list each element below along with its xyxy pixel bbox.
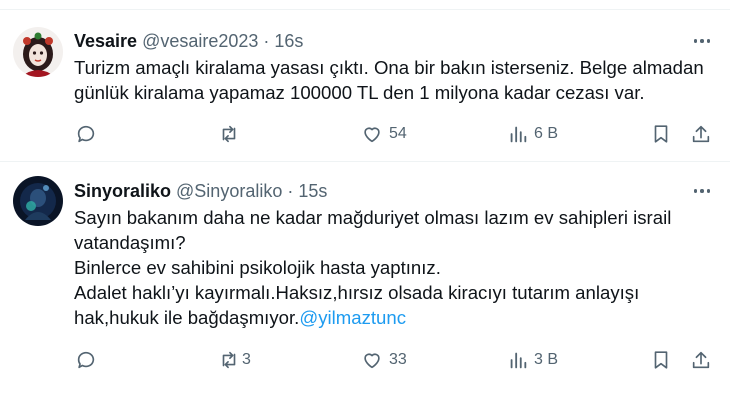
tweet-text-segment: hak,hukuk ile bağdaşmıyor. — [74, 307, 300, 328]
tweet-text-line: Adalet haklı’yı kayırmalı.Haksız,hırsız … — [74, 282, 640, 303]
like-button[interactable]: 54 — [361, 122, 407, 146]
timestamp[interactable]: 16s — [274, 31, 303, 52]
more-icon[interactable] — [690, 179, 714, 203]
views-count: 6 B — [534, 125, 559, 142]
author-handle[interactable]: @vesaire2023 — [142, 31, 258, 52]
retweet-button[interactable]: 3 — [218, 348, 251, 372]
retweet-icon — [218, 123, 240, 145]
reply-icon — [75, 349, 97, 371]
avatar[interactable] — [13, 176, 63, 226]
views-icon — [508, 123, 528, 145]
mention-link[interactable]: @yilmaztunc — [299, 307, 406, 328]
retweet-button[interactable] — [218, 122, 246, 146]
tweet-text-line: Binlerce ev sahibini psikolojik hasta ya… — [74, 257, 441, 278]
share-button[interactable] — [690, 122, 712, 146]
tweet-1[interactable]: Vesaire @vesaire2023 · 16s Turizm amaçlı… — [0, 10, 730, 160]
separator-dot: · — [287, 180, 294, 201]
bookmark-button[interactable] — [650, 348, 672, 372]
tweet-text-line: Sayın bakanım daha ne kadar mağduriyet o… — [74, 207, 672, 228]
reply-button[interactable] — [75, 348, 103, 372]
like-icon — [361, 123, 383, 145]
like-icon — [361, 349, 383, 371]
share-button[interactable] — [690, 348, 712, 372]
author-handle[interactable]: @Sinyoraliko — [176, 181, 282, 202]
bookmark-icon — [650, 349, 672, 371]
share-icon — [690, 349, 712, 371]
separator-dot: · — [263, 30, 270, 51]
author-name[interactable]: Vesaire — [74, 31, 137, 52]
tweet-2[interactable]: Sinyoraliko @Sinyoraliko · 15s Sayın bak… — [0, 162, 730, 420]
author-name[interactable]: Sinyoraliko — [74, 181, 171, 202]
tweet-text: Sayın bakanım daha ne kadar mağduriyet o… — [74, 205, 714, 330]
like-count: 54 — [389, 125, 407, 142]
tweet-text-line: günlük kiralama yapamaz 100000 TL den 1 … — [74, 82, 645, 103]
timestamp[interactable]: 15s — [298, 181, 327, 202]
reply-icon — [75, 123, 97, 145]
avatar[interactable] — [13, 27, 63, 77]
views-button[interactable]: 6 B — [508, 122, 558, 146]
tweet-header: Sinyoraliko @Sinyoraliko · 15s — [74, 179, 327, 203]
reply-button[interactable] — [75, 122, 103, 146]
tweet-text-line: hak,hukuk ile bağdaşmıyor.@yilmaztunc — [74, 305, 714, 330]
tweet-text-line: Turizm amaçlı kiralama yasası çıktı. Ona… — [74, 57, 704, 78]
views-icon — [508, 349, 528, 371]
tweet-header: Vesaire @vesaire2023 · 16s — [74, 29, 303, 53]
bookmark-icon — [650, 123, 672, 145]
retweet-count: 3 — [242, 351, 251, 368]
like-count: 33 — [389, 351, 407, 368]
share-icon — [690, 123, 712, 145]
views-button[interactable]: 3 B — [508, 348, 558, 372]
views-count: 3 B — [534, 351, 559, 368]
more-icon[interactable] — [690, 29, 714, 53]
like-button[interactable]: 33 — [361, 348, 407, 372]
bookmark-button[interactable] — [650, 122, 672, 146]
tweet-text: Turizm amaçlı kiralama yasası çıktı. Ona… — [74, 55, 714, 105]
tweet-text-line: vatandaşımı? — [74, 232, 186, 253]
retweet-icon — [218, 349, 240, 371]
